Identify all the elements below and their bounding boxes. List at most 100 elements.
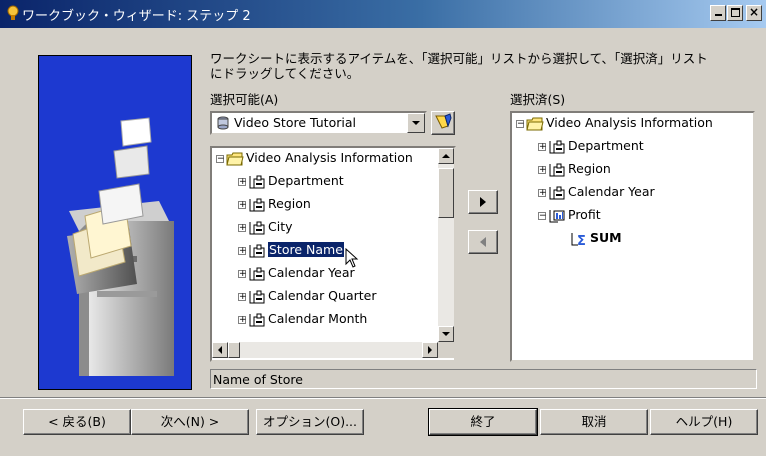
expand-icon[interactable]: + [238,293,247,302]
svg-text:Σ: Σ [577,234,586,247]
arrow-left-icon [218,346,222,354]
available-horizontal-scrollbar[interactable] [212,342,438,358]
tree-item[interactable]: + Department [512,137,753,157]
scroll-right-button[interactable] [422,342,438,358]
wizard-icon [7,5,19,20]
tree-item-label: Video Analysis Information [246,150,413,165]
item-icon [248,197,266,216]
tree-item-label: Video Analysis Information [546,115,713,130]
item-icon [248,312,266,331]
tree-item-label: Region [568,161,611,176]
tree-item-label: Calendar Year [268,265,355,280]
tree-item[interactable]: + Department [212,172,454,192]
business-area-icon [217,116,229,130]
close-button[interactable]: × [746,5,762,21]
arrow-down-icon [442,332,450,336]
finish-button[interactable]: 終了 [428,408,538,436]
item-icon [248,243,266,262]
tree-item[interactable]: + Store Name [212,241,454,261]
item-icon [548,162,566,181]
collapse-icon[interactable]: − [538,212,547,221]
item-icon [248,266,266,285]
wizard-illustration [38,55,192,390]
scroll-up-button[interactable] [438,148,454,164]
tree-item[interactable]: + Region [512,160,753,180]
arrow-right-icon [428,346,432,354]
maximize-button[interactable] [727,5,743,21]
tree-item-label: Calendar Quarter [268,288,377,303]
hscroll-thumb[interactable] [228,342,240,358]
tree-item[interactable]: + Region [212,195,454,215]
scroll-left-button[interactable] [212,342,228,358]
tree-item-label: Department [568,138,644,153]
item-icon [548,185,566,204]
remove-item-button[interactable] [468,230,498,254]
window-title: ワークブック・ウィザード: ステップ 2 [22,9,251,24]
expand-icon[interactable]: + [238,178,247,187]
expand-icon[interactable]: + [238,270,247,279]
expand-icon[interactable]: + [238,201,247,210]
tree-item-label: Department [268,173,344,188]
collapse-icon[interactable]: − [516,120,525,129]
tree-item-label: City [268,219,293,234]
next-button[interactable]: 次へ(N) > [131,409,249,435]
collapse-icon[interactable]: − [216,155,225,164]
tree-item-label: SUM [590,230,622,245]
help-button[interactable]: ヘルプ(H) [650,409,758,435]
back-button[interactable]: < 戻る(B) [23,409,131,435]
arrow-right-icon [480,197,486,207]
tree-item-label: Calendar Month [268,311,368,326]
aggregate-node[interactable]: Σ SUM [512,229,753,249]
instructions-text: ワークシートに表示するアイテムを、「選択可能」リストから選択して、「選択済」リス… [210,51,708,81]
item-description-status: Name of Store [210,369,757,389]
minimize-button[interactable] [710,5,726,21]
expand-icon[interactable]: + [238,224,247,233]
tree-item-label: Region [268,196,311,211]
item-icon [248,289,266,308]
scroll-thumb[interactable] [438,168,454,218]
tree-item[interactable]: + Calendar Quarter [212,287,454,307]
tree-item-label: Calendar Year [568,184,655,199]
item-icon [548,139,566,158]
expand-icon[interactable]: + [238,247,247,256]
cancel-button[interactable]: 取消 [540,409,648,435]
expand-icon[interactable]: + [538,143,547,152]
scroll-down-button[interactable] [438,326,454,342]
selected-items-tree[interactable]: − Video Analysis Information + Department + R… [510,111,755,362]
item-icon [248,220,266,239]
maximize-icon [730,8,740,17]
scroll-corner [438,342,454,358]
close-icon: × [748,5,760,19]
options-button[interactable]: オプション(O)... [256,409,364,435]
folder-icon [526,116,544,135]
chevron-down-icon [412,121,420,125]
folder-node[interactable]: − Video Analysis Information [512,114,753,134]
available-items-tree[interactable]: − Video Analysis Information + Department + R… [210,146,456,362]
find-items-button[interactable] [431,111,455,135]
arrow-up-icon [442,154,450,158]
mouse-cursor-icon [345,247,359,271]
tree-item[interactable]: + Calendar Year [212,264,454,284]
flashlight-icon [435,113,452,129]
expand-icon[interactable]: + [538,166,547,175]
tree-item-label: Profit [568,207,601,222]
add-item-button[interactable] [468,190,498,214]
business-area-dropdown[interactable]: Video Store Tutorial [210,111,427,135]
filing-cabinet-image [67,117,174,376]
folder-node[interactable]: − Video Analysis Information [212,149,454,169]
sum-icon: Σ [570,231,588,250]
expand-icon[interactable]: + [238,316,247,325]
measure-icon [548,208,566,227]
tree-item[interactable]: + City [212,218,454,238]
tree-item[interactable]: + Calendar Month [212,310,454,330]
tree-item[interactable]: + Calendar Year [512,183,753,203]
available-label: 選択可能(A) [210,92,279,107]
expand-icon[interactable]: + [538,189,547,198]
folder-icon [226,151,244,170]
business-area-value: Video Store Tutorial [234,115,356,130]
selected-label: 選択済(S) [510,92,566,107]
minimize-icon [714,14,722,16]
available-vertical-scrollbar[interactable] [438,148,454,342]
tree-item[interactable]: − Profit [512,206,753,226]
dropdown-arrow-button[interactable] [407,113,425,133]
